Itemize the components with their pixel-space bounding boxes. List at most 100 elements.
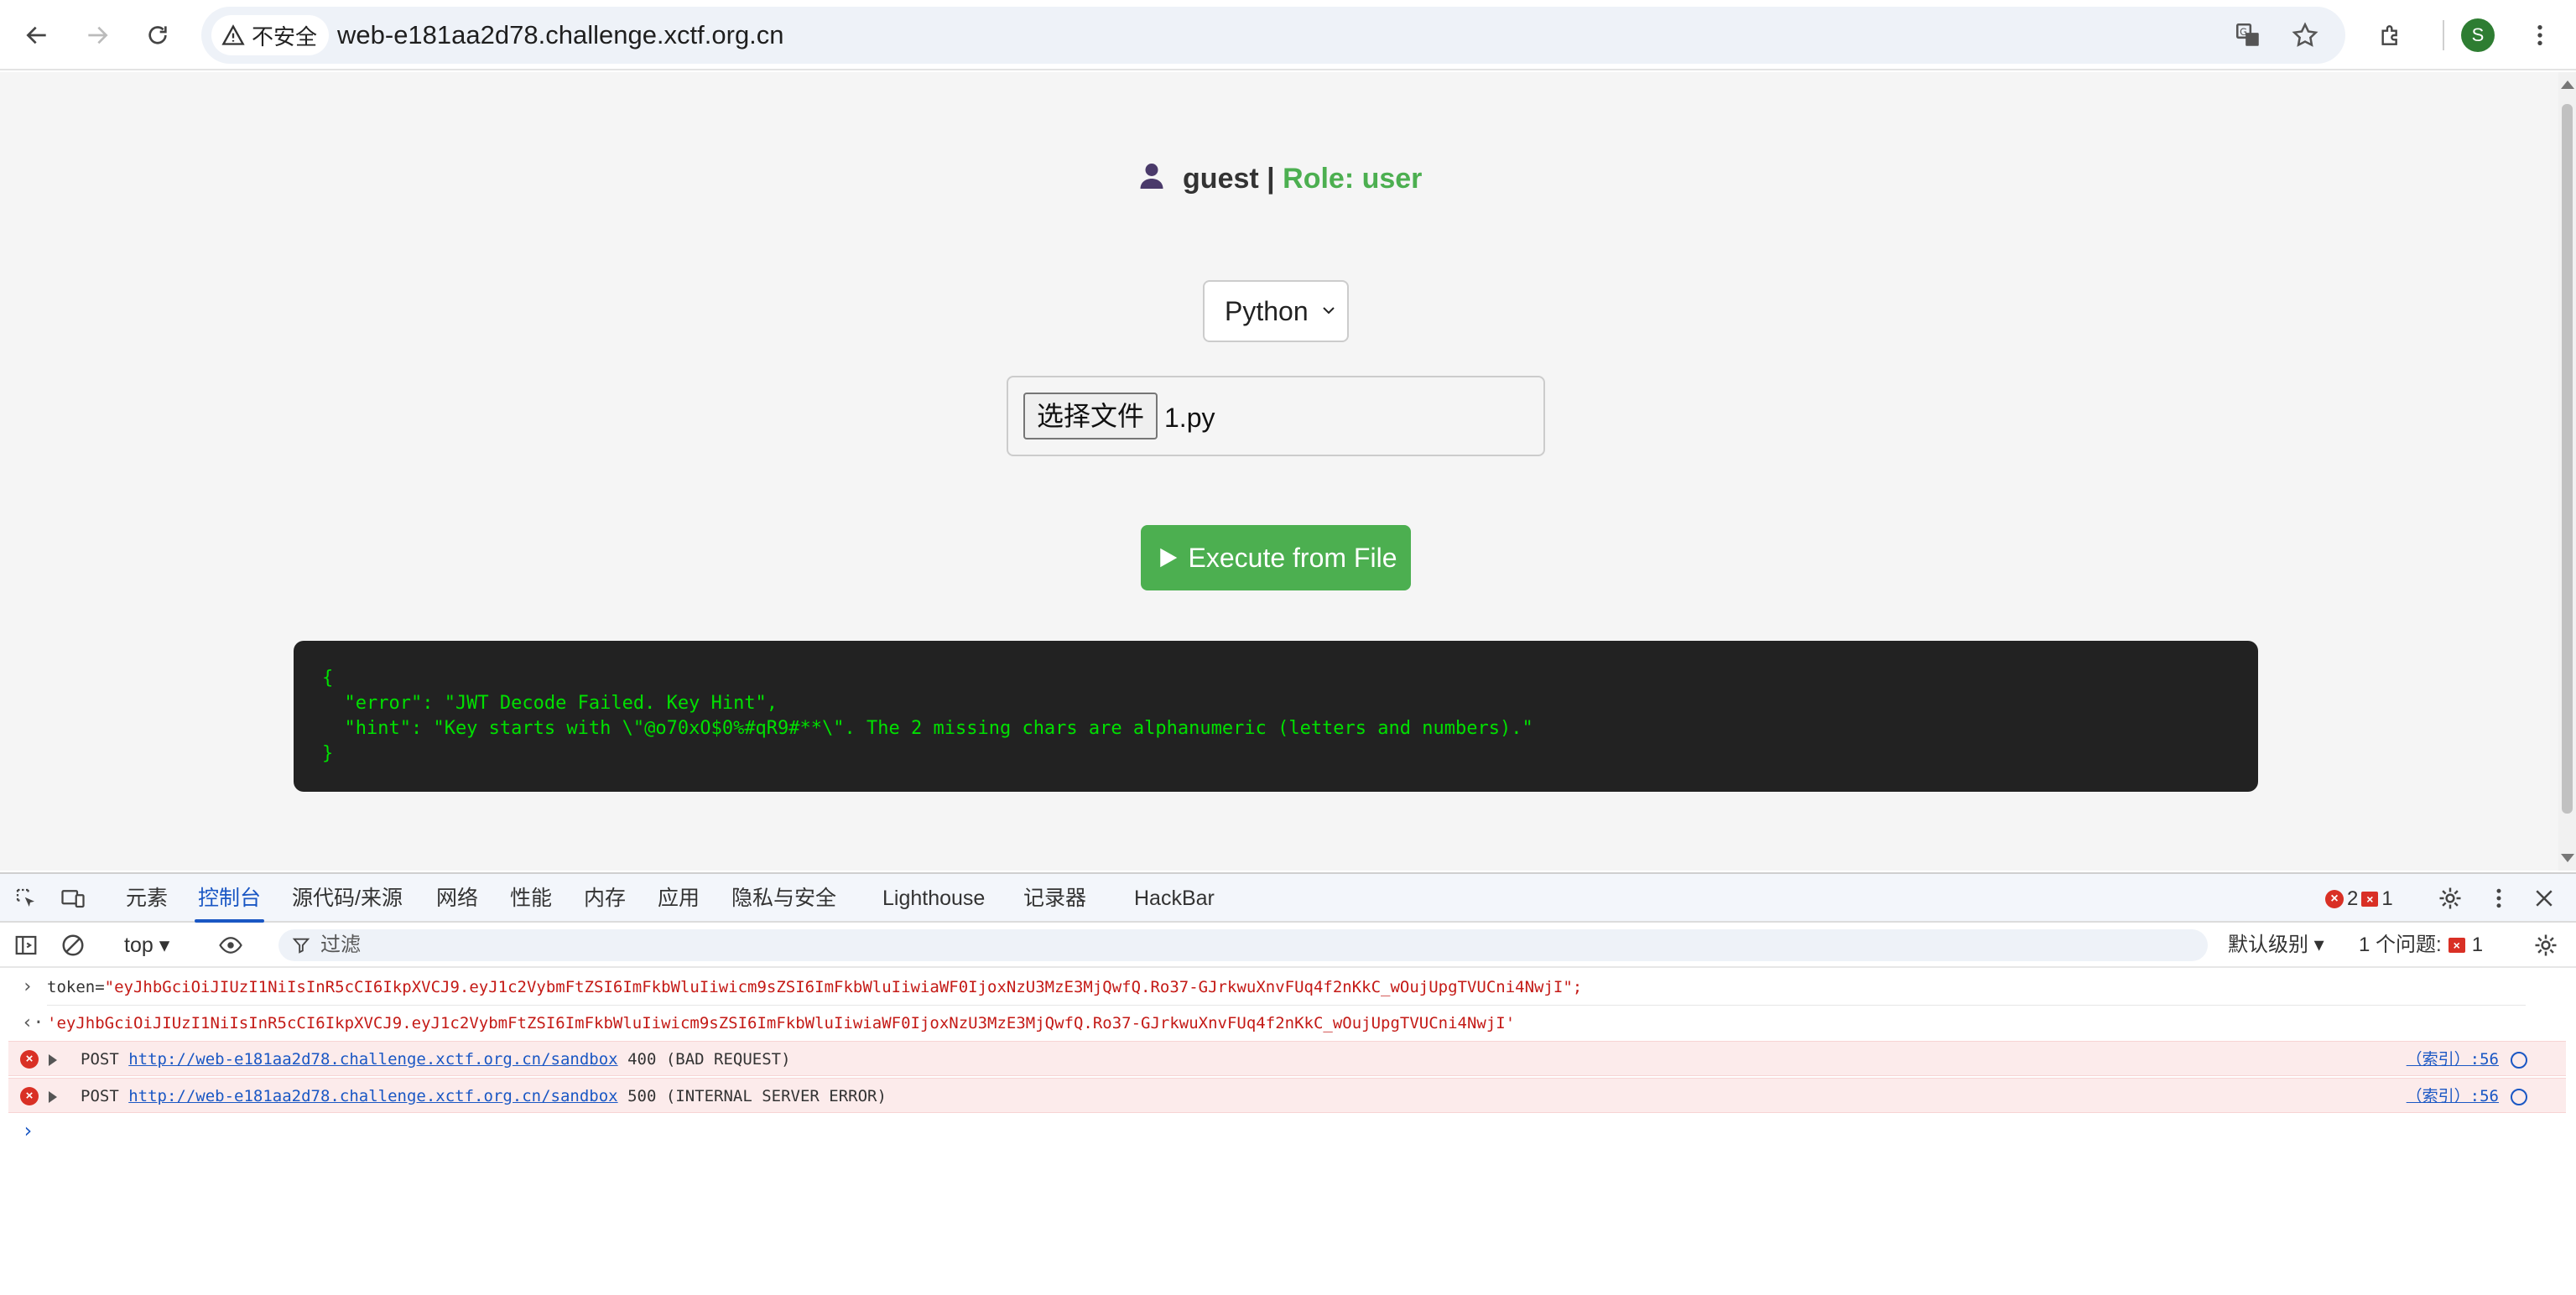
devtools-menu-button[interactable] <box>2485 884 2513 913</box>
error-source-link[interactable]: （索引）:56 <box>2407 1079 2499 1114</box>
error-url-link[interactable]: http://web-e181aa2d78.challenge.xctf.org… <box>128 1050 617 1069</box>
puzzle-icon <box>2381 25 2397 45</box>
tab-console[interactable]: 控制台 <box>194 874 265 923</box>
tab-hackbar[interactable]: HackBar <box>1134 874 1215 923</box>
scroll-up-arrow[interactable] <box>2561 81 2574 89</box>
reload-icon <box>148 26 167 44</box>
clear-console-button[interactable] <box>59 931 87 960</box>
console-result-value: 'eyJhbGciOiJIUzI1NiIsInR5cCI6IkpXVCJ9.ey… <box>47 1014 1516 1032</box>
expand-triangle-icon[interactable] <box>49 1091 57 1103</box>
devtools-tabbar: 元素 控制台 源代码/来源 网络 性能 内存 应用 隐私与安全 Lighthou… <box>0 874 2576 923</box>
block-icon <box>62 934 84 956</box>
return-arrow-icon: ‹· <box>22 1012 44 1033</box>
console-prompt[interactable]: › <box>0 1113 2576 1148</box>
console-error-row[interactable]: × POST http://web-e181aa2d78.challenge.x… <box>8 1078 2566 1113</box>
context-select[interactable]: top ▾ <box>124 923 169 968</box>
error-method: POST <box>81 1087 119 1105</box>
error-icon: × <box>20 1050 39 1069</box>
selected-file-name: 1.py <box>1164 403 1215 433</box>
extensions-button[interactable] <box>2367 12 2414 59</box>
devtools-settings-button[interactable] <box>2436 884 2464 913</box>
language-select[interactable]: Python <box>1203 280 1349 342</box>
execute-button[interactable]: Execute from File <box>1141 525 1411 590</box>
console-settings-button[interactable] <box>2532 931 2560 960</box>
live-expression-button[interactable] <box>216 931 245 960</box>
console-input-line[interactable]: › token="eyJhbGciOiJIUzI1NiIsInR5cCI6Ikp… <box>0 970 2576 1005</box>
user-icon <box>1137 161 1167 199</box>
error-status: 400 (BAD REQUEST) <box>627 1050 791 1069</box>
filter-icon <box>292 938 310 954</box>
network-request-icon[interactable] <box>2511 1052 2527 1069</box>
error-count-badge[interactable]: × 2 × 1 <box>2325 887 2393 911</box>
more-vertical-icon <box>2537 25 2542 45</box>
filter-placeholder: 过滤 <box>320 934 361 956</box>
warning-icon <box>221 24 245 45</box>
error-source-link[interactable]: （索引）:56 <box>2407 1042 2499 1077</box>
tab-network[interactable]: 网络 <box>436 874 478 923</box>
back-button[interactable] <box>13 12 60 59</box>
arrow-left-icon <box>26 26 46 44</box>
tab-application[interactable]: 应用 <box>658 874 700 923</box>
user-role-separator: | <box>1267 163 1275 195</box>
device-toolbar-button[interactable] <box>59 884 87 913</box>
execute-button-label: Execute from File <box>1188 542 1397 573</box>
tab-lighthouse[interactable]: Lighthouse <box>882 874 985 923</box>
network-request-icon[interactable] <box>2511 1089 2527 1105</box>
expand-triangle-icon[interactable] <box>49 1054 57 1066</box>
console-filter-input[interactable]: 过滤 <box>278 929 2208 961</box>
devtools-close-button[interactable] <box>2530 884 2558 913</box>
context-select-value: top <box>124 934 154 957</box>
star-icon <box>2292 22 2318 47</box>
console-result-line[interactable]: ‹· 'eyJhbGciOiJIUzI1NiIsInR5cCI6IkpXVCJ9… <box>0 1006 2576 1041</box>
tab-privacy-security[interactable]: 隐私与安全 <box>731 874 836 923</box>
profile-avatar[interactable]: S <box>2461 18 2495 52</box>
issue-flag-icon: × <box>2361 892 2379 907</box>
tab-sources[interactable]: 源代码/来源 <box>292 874 403 923</box>
log-level-label: 默认级别 <box>2228 934 2308 956</box>
error-url-link[interactable]: http://web-e181aa2d78.challenge.xctf.org… <box>128 1087 617 1105</box>
console-error-row[interactable]: × POST http://web-e181aa2d78.challenge.x… <box>8 1041 2566 1076</box>
play-icon <box>1159 548 1177 568</box>
chevron-right-icon: › <box>22 976 34 997</box>
issue-count: 1 <box>2381 887 2393 910</box>
sidebar-icon <box>15 935 37 955</box>
url-text[interactable]: web-e181aa2d78.challenge.xctf.org.cn <box>337 7 784 64</box>
file-input[interactable]: 选择文件 1.py <box>1007 376 1545 456</box>
issues-badge-count: 1 <box>2471 934 2484 956</box>
chevron-down-icon <box>1323 307 1335 315</box>
user-info: guest | Role: user <box>0 161 2558 199</box>
username: guest <box>1183 163 1259 195</box>
page-scrollbar[interactable] <box>2558 72 2576 871</box>
toolbar-separator <box>2443 20 2444 50</box>
scroll-down-arrow[interactable] <box>2561 854 2574 862</box>
browser-menu-button[interactable] <box>2516 12 2563 59</box>
choose-file-button[interactable]: 选择文件 <box>1023 393 1158 439</box>
tab-elements[interactable]: 元素 <box>126 874 168 923</box>
forward-button[interactable] <box>74 12 121 59</box>
tab-memory[interactable]: 内存 <box>584 874 626 923</box>
svg-text:G: G <box>2240 26 2247 38</box>
scroll-thumb[interactable] <box>2562 104 2573 814</box>
tab-recorder[interactable]: 记录器 <box>1023 874 1086 923</box>
address-bar[interactable]: 不安全 web-e181aa2d78.challenge.xctf.org.cn… <box>201 7 2345 64</box>
bookmark-button[interactable] <box>2285 15 2325 55</box>
translate-button[interactable]: G <box>2228 15 2268 55</box>
error-count: 2 <box>2347 887 2359 910</box>
log-level-select[interactable]: 默认级别 ▾ <box>2228 923 2324 968</box>
toggle-sidebar-button[interactable] <box>12 931 40 960</box>
browser-toolbar: 不安全 web-e181aa2d78.challenge.xctf.org.cn… <box>0 0 2576 70</box>
console-messages: › token="eyJhbGciOiJIUzI1NiIsInR5cCI6Ikp… <box>0 970 2576 1148</box>
console-toolbar: top ▾ 过滤 默认级别 ▾ 1 个问题: × 1 <box>0 923 2576 968</box>
console-input-prefix: token= <box>47 978 105 996</box>
inspect-element-button[interactable] <box>12 884 40 913</box>
issues-button[interactable]: 1 个问题: × 1 <box>2359 923 2483 968</box>
more-vertical-icon <box>2496 888 2501 908</box>
tab-performance[interactable]: 性能 <box>510 874 552 923</box>
security-chip[interactable]: 不安全 <box>211 15 330 55</box>
error-method: POST <box>81 1050 119 1069</box>
error-status: 500 (INTERNAL SERVER ERROR) <box>627 1087 887 1105</box>
reload-button[interactable] <box>134 12 181 59</box>
gear-icon <box>2535 934 2557 956</box>
error-icon: × <box>20 1087 39 1105</box>
issues-label: 1 个问题: <box>2359 934 2442 956</box>
